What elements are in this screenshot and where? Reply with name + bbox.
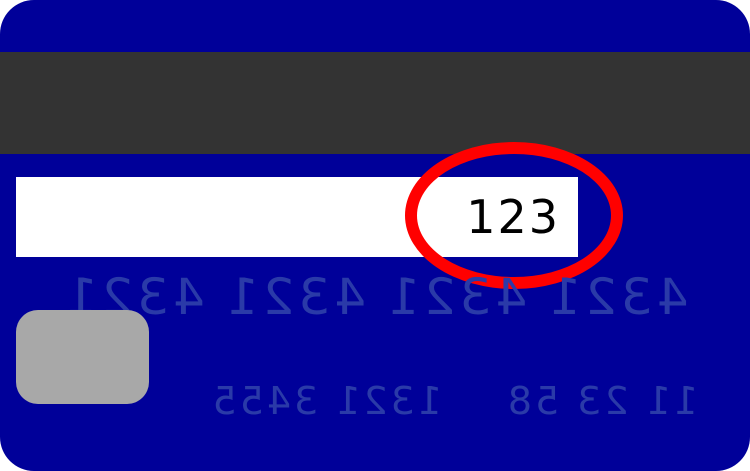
cvv-highlight-ellipse	[405, 142, 623, 289]
mirrored-number-group: 4321	[222, 268, 366, 326]
mirrored-card-number: 4321432143214321	[50, 268, 700, 326]
mirrored-line-right: 11 23 58	[504, 379, 698, 423]
mirrored-line-left: 1321 3455	[209, 379, 443, 423]
chip-icon	[16, 310, 149, 404]
credit-card-back: 123 4321432143214321 1321 3455 11 23 58	[0, 0, 750, 471]
mirrored-number-group: 4321	[545, 268, 689, 326]
mirrored-number-group: 4321	[384, 268, 528, 326]
magnetic-stripe	[0, 52, 750, 154]
